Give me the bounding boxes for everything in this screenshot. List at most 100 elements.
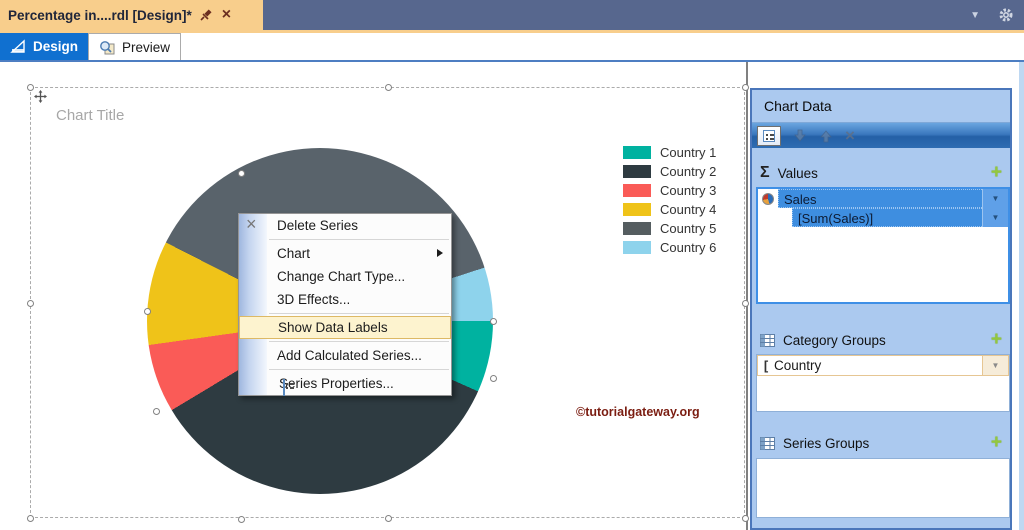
- chart-data-panel-title: Chart Data: [764, 98, 832, 114]
- menu-item-3d-effects[interactable]: 3D Effects...: [239, 288, 451, 311]
- design-canvas-area: Chart Title Country 1 Country 2 Country …: [0, 62, 1024, 530]
- chart-data-toolbar: ×: [752, 122, 1010, 148]
- legend-swatch: [623, 184, 651, 197]
- category-row-dropdown[interactable]: ▼: [982, 356, 1008, 375]
- chart-legend[interactable]: Country 1 Country 2 Country 3 Country 4 …: [623, 143, 716, 257]
- legend-item[interactable]: Country 4: [623, 200, 716, 219]
- values-header-label: Values: [777, 165, 818, 181]
- menu-item-change-chart-type[interactable]: Change Chart Type...: [239, 265, 451, 288]
- legend-swatch: [623, 165, 651, 178]
- table-icon: [760, 436, 775, 450]
- document-tab-title: Percentage in....rdl [Design]*: [8, 7, 192, 23]
- series-groups-section-header: Series Groups +: [752, 432, 1010, 454]
- legend-label: Country 1: [660, 145, 717, 160]
- surface-handle-w[interactable]: [27, 300, 34, 307]
- surface-handle-nw[interactable]: [27, 84, 34, 91]
- add-value-button[interactable]: +: [991, 163, 1002, 182]
- menu-separator: [269, 369, 449, 370]
- legend-swatch: [623, 203, 651, 216]
- value-row-sum-sales[interactable]: [Sum(Sales)] ▼: [758, 208, 1008, 227]
- pin-icon[interactable]: [200, 8, 214, 22]
- category-row-label: Country: [774, 358, 822, 373]
- category-groups-section-header: Category Groups +: [752, 329, 1010, 351]
- series-groups-listbox[interactable]: [756, 458, 1010, 518]
- legend-item[interactable]: Country 6: [623, 238, 716, 257]
- chart-title[interactable]: Chart Title: [56, 107, 124, 124]
- legend-item[interactable]: Country 5: [623, 219, 716, 238]
- legend-label: Country 6: [660, 240, 717, 255]
- value-row-label: [Sum(Sales)]: [792, 208, 982, 227]
- category-groups-listbox: [ Country ▼: [756, 354, 1010, 412]
- surface-handle-n[interactable]: [385, 84, 392, 91]
- values-section-header: Σ Values +: [752, 162, 1010, 184]
- values-listbox: Sales ▼ [Sum(Sales)] ▼: [756, 187, 1010, 304]
- value-row-dropdown[interactable]: ▼: [982, 189, 1008, 208]
- value-row-dropdown[interactable]: ▼: [982, 208, 1008, 227]
- tab-design[interactable]: Design: [0, 33, 89, 60]
- submenu-arrow-icon: [437, 249, 443, 257]
- add-category-group-button[interactable]: +: [991, 330, 1002, 349]
- document-tab[interactable]: Percentage in....rdl [Design]* ×: [0, 0, 263, 30]
- legend-swatch: [623, 222, 651, 235]
- move-up-icon[interactable]: [819, 129, 833, 143]
- legend-swatch: [623, 241, 651, 254]
- chart-data-panel: Chart Data × Σ Values + Sales ▼ [Sum(Sal…: [750, 88, 1012, 530]
- window-chevron-down-icon[interactable]: ▼: [970, 10, 980, 21]
- properties-icon: [283, 379, 285, 396]
- add-series-group-button[interactable]: +: [991, 433, 1002, 452]
- value-row-label: Sales: [778, 189, 982, 208]
- menu-separator: [269, 341, 449, 342]
- delete-field-icon[interactable]: ×: [845, 127, 855, 144]
- properties-toolbar-button[interactable]: [757, 125, 781, 146]
- move-down-icon[interactable]: [793, 129, 807, 143]
- table-icon: [760, 333, 775, 347]
- bracket-icon: [: [763, 358, 769, 373]
- watermark-text: ©tutorialgateway.org: [576, 405, 700, 419]
- menu-item-show-data-labels[interactable]: Show Data Labels: [239, 316, 451, 339]
- surface-handle-s[interactable]: [385, 515, 392, 522]
- right-gutter: [1012, 62, 1024, 530]
- tab-preview[interactable]: Preview: [88, 33, 182, 60]
- menu-item-series-properties[interactable]: Series Properties...: [239, 372, 451, 396]
- menu-item-add-calculated-series[interactable]: Add Calculated Series...: [239, 344, 451, 367]
- series-context-menu: × Delete Series Chart Change Chart Type.…: [238, 213, 452, 396]
- pie-handle-bottom[interactable]: [238, 516, 245, 523]
- surface-handle-ne[interactable]: [742, 84, 749, 91]
- tab-design-label: Design: [33, 39, 79, 54]
- pie-handle-lower-right[interactable]: [490, 375, 497, 382]
- menu-item-chart[interactable]: Chart: [239, 242, 451, 265]
- menu-item-delete-series[interactable]: × Delete Series: [239, 214, 451, 237]
- pie-handle-top[interactable]: [238, 170, 245, 177]
- category-row-country[interactable]: [ Country ▼: [757, 355, 1009, 376]
- move-handle-icon[interactable]: [34, 90, 47, 103]
- legend-label: Country 3: [660, 183, 717, 198]
- sigma-icon: Σ: [760, 164, 770, 181]
- panel-splitter[interactable]: [746, 62, 748, 530]
- legend-label: Country 4: [660, 202, 717, 217]
- pie-handle-lower-left[interactable]: [153, 408, 160, 415]
- legend-label: Country 5: [660, 221, 717, 236]
- surface-handle-sw[interactable]: [27, 515, 34, 522]
- legend-item[interactable]: Country 3: [623, 181, 716, 200]
- design-icon: [10, 39, 25, 53]
- view-tab-strip: Design Preview: [0, 33, 1024, 60]
- category-groups-header-label: Category Groups: [783, 332, 886, 348]
- delete-x-icon: ×: [246, 214, 257, 234]
- menu-separator: [269, 313, 449, 314]
- surface-handle-se[interactable]: [742, 515, 749, 522]
- preview-icon: [100, 40, 115, 54]
- gear-icon[interactable]: [998, 7, 1014, 23]
- properties-icon: [763, 129, 775, 142]
- series-groups-header-label: Series Groups: [783, 435, 870, 451]
- legend-swatch: [623, 146, 651, 159]
- legend-item[interactable]: Country 1: [623, 143, 716, 162]
- close-tab-icon[interactable]: ×: [222, 7, 231, 23]
- legend-label: Country 2: [660, 164, 717, 179]
- value-row-sales[interactable]: Sales ▼: [758, 189, 1008, 208]
- series-pie-icon: [758, 189, 778, 208]
- pie-handle-left[interactable]: [144, 308, 151, 315]
- surface-handle-e[interactable]: [742, 300, 749, 307]
- legend-item[interactable]: Country 2: [623, 162, 716, 181]
- pie-handle-right[interactable]: [490, 318, 497, 325]
- tab-preview-label: Preview: [122, 39, 171, 55]
